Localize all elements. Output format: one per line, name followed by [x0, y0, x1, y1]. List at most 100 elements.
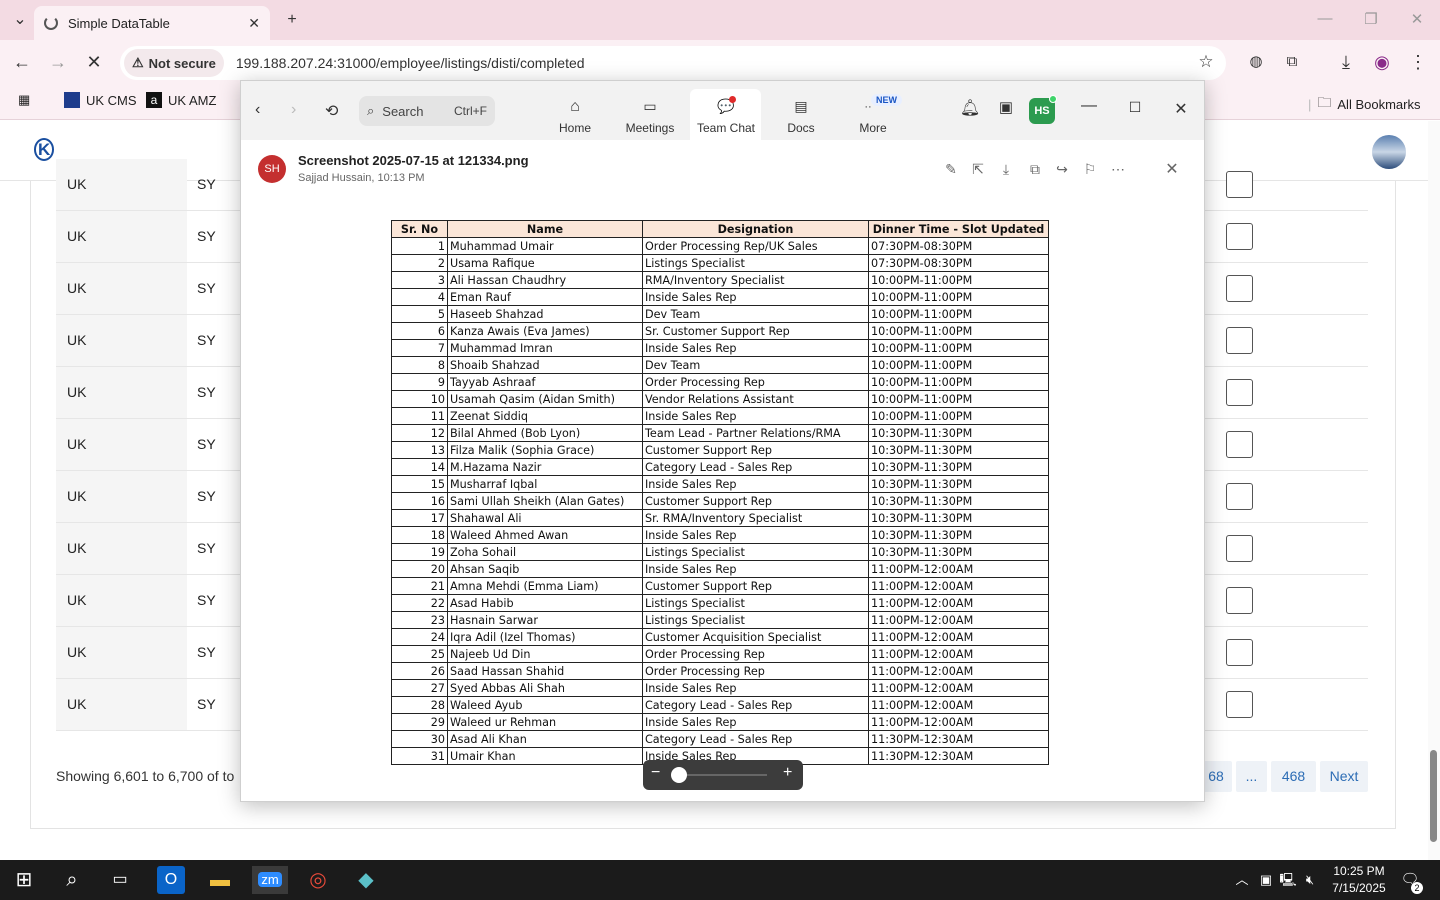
all-bookmarks[interactable]: | 🗀 All Bookmarks	[1308, 92, 1420, 116]
profile-icon[interactable]: ◉	[1370, 50, 1394, 74]
new-tab-icon[interactable]: +	[280, 8, 304, 32]
file-explorer-icon[interactable]: ▬	[204, 866, 236, 894]
url-text[interactable]: 199.188.207.24:31000/employee/listings/d…	[236, 55, 585, 71]
zoom-close-icon[interactable]: ✕	[1171, 99, 1191, 119]
chrome-icon[interactable]: ◎	[302, 866, 334, 894]
security-chip[interactable]: ⚠ Not secure	[124, 49, 224, 77]
stop-loading-icon[interactable]: ✕	[82, 50, 106, 74]
forward-icon[interactable]: →	[46, 50, 70, 74]
scrollbar-thumb[interactable]	[1430, 750, 1437, 842]
site-logo[interactable]: K	[34, 138, 58, 162]
minimize-icon[interactable]: —	[1310, 10, 1340, 27]
notifications-bell-icon[interactable]: 🔔︎	[959, 98, 981, 118]
app-icon[interactable]: ◆	[350, 866, 382, 894]
apps-grid-icon[interactable]: ▦	[18, 92, 30, 108]
bookmark-star-icon[interactable]: ☆	[1194, 50, 1218, 74]
nav-more[interactable]: More	[853, 121, 893, 135]
next-page-button[interactable]: Next	[1320, 761, 1368, 792]
row-checkbox[interactable]	[1226, 587, 1253, 614]
row-checkbox[interactable]	[1226, 691, 1253, 718]
cell-region: UK	[56, 523, 187, 574]
task-view-icon[interactable]: ▭	[104, 866, 136, 894]
column-header: Sr. No	[391, 220, 448, 238]
zoom-out-icon[interactable]: −	[651, 764, 660, 782]
open-external-icon[interactable]: ⇱	[969, 161, 987, 178]
zoom-forward-icon[interactable]: ›	[291, 101, 296, 119]
browser-tab[interactable]: Simple DataTable ✕	[34, 6, 270, 40]
clock-time: 10:25 PM	[1333, 864, 1385, 878]
zoom-search-box[interactable]: ⌕ Search Ctrl+F	[359, 96, 495, 126]
cell-region: UK	[56, 627, 187, 678]
nav-team-chat[interactable]: Team Chat	[693, 121, 759, 135]
bookmark-label: UK CMS	[86, 92, 137, 108]
nav-meetings[interactable]: Meetings	[619, 121, 681, 135]
nav-home[interactable]: Home	[550, 121, 600, 135]
zoom-app-icon[interactable]: zm	[252, 866, 288, 894]
nav-docs[interactable]: Docs	[779, 121, 823, 135]
table-row: 10 Usamah Qasim (Aidan Smith) Vendor Relat…	[391, 390, 1049, 408]
cell-name: Ahsan Saqib	[447, 560, 643, 578]
address-bar[interactable]: ⚠ Not secure 199.188.207.24:31000/employ…	[120, 46, 1226, 80]
edit-icon[interactable]: ✎	[942, 161, 960, 178]
row-checkbox[interactable]	[1226, 379, 1253, 406]
bookmark-icon[interactable]: ⚐	[1081, 161, 1099, 178]
cell-designation: Inside Sales Rep	[642, 339, 869, 357]
history-icon[interactable]: ⟲	[325, 101, 338, 121]
cell-name: Filza Malik (Sophia Grace)	[447, 441, 643, 459]
zoom-in-icon[interactable]: +	[783, 764, 792, 782]
cell-designation: Customer Support Rep	[642, 492, 869, 510]
row-checkbox[interactable]	[1226, 483, 1253, 510]
search-icon[interactable]: ⌕	[56, 866, 88, 894]
share-icon[interactable]: ↪	[1053, 161, 1071, 178]
slider-handle[interactable]	[671, 767, 687, 783]
zoom-back-icon[interactable]: ‹	[255, 101, 260, 119]
volume-muted-icon[interactable]: 🔇︎	[1294, 866, 1326, 894]
taskbar-clock[interactable]: 10:25 PM 7/15/2025	[1331, 863, 1387, 897]
cell-dinner-time: 10:00PM-11:00PM	[868, 373, 1049, 391]
more-options-icon[interactable]: ⋯	[1109, 161, 1127, 178]
cell-name: M.Hazama Nazir	[447, 458, 643, 476]
row-checkbox[interactable]	[1226, 639, 1253, 666]
row-checkbox[interactable]	[1226, 275, 1253, 302]
restore-icon[interactable]: ❐	[1356, 10, 1386, 28]
cell-name: Kanza Awais (Eva James)	[447, 322, 643, 340]
cell-sr-no: 31	[391, 747, 448, 765]
tab-close-icon[interactable]: ✕	[248, 15, 260, 32]
close-window-icon[interactable]: ✕	[1402, 10, 1432, 28]
zoom-slider-control[interactable]: − +	[643, 760, 803, 790]
windows-start-icon[interactable]: ⊞	[8, 866, 40, 894]
zoom-maximize-icon[interactable]: ☐	[1125, 99, 1145, 116]
row-checkbox[interactable]	[1226, 535, 1253, 562]
bookmark-uk-cms[interactable]: UK CMS	[64, 92, 137, 108]
download-file-icon[interactable]: ⤓	[997, 161, 1015, 178]
row-checkbox[interactable]	[1226, 223, 1253, 250]
close-viewer-icon[interactable]: ✕	[1163, 159, 1181, 179]
outlook-icon[interactable]: O	[157, 866, 185, 894]
copy-icon[interactable]: ⧉	[1026, 161, 1044, 178]
cell-name: Umair Khan	[447, 747, 643, 765]
table-row: 9 Tayyab Ashraaf Order Processing Rep 10:00…	[391, 373, 1049, 391]
extensions-icon[interactable]: ⧉	[1280, 50, 1304, 74]
table-row: 1 Muhammad Umair Order Processing Rep/UK S…	[391, 237, 1049, 255]
cell-designation: Order Processing Rep	[642, 373, 869, 391]
cell-sr-no: 25	[391, 645, 448, 663]
back-icon[interactable]: ←	[10, 50, 34, 74]
table-info: Showing 6,601 to 6,700 of to	[56, 768, 235, 784]
row-checkbox[interactable]	[1226, 171, 1253, 198]
warning-icon: ⚠	[132, 55, 144, 70]
bookmark-uk-amz[interactable]: a UK AMZ	[146, 92, 216, 108]
zoom-minimize-icon[interactable]: —	[1079, 97, 1099, 115]
table-body: 1 Muhammad Umair Order Processing Rep/UK S…	[391, 237, 1049, 765]
user-avatar[interactable]	[1372, 135, 1406, 169]
page-button-last[interactable]: 468	[1271, 761, 1316, 792]
cell-name: Haseeb Shahzad	[447, 305, 643, 323]
row-checkbox[interactable]	[1226, 431, 1253, 458]
row-checkbox[interactable]	[1226, 327, 1253, 354]
whiteboard-icon[interactable]: ▣	[995, 98, 1017, 116]
download-icon[interactable]: ⤓	[1334, 50, 1358, 74]
table-row: 25 Najeeb Ud Din Order Processing Rep 11:00…	[391, 645, 1049, 663]
cell-dinner-time: 10:30PM-11:30PM	[868, 424, 1049, 442]
translate-icon[interactable]: ◍	[1244, 50, 1268, 74]
chrome-menu-icon[interactable]: ⋮	[1406, 50, 1430, 74]
tab-search-chevron-icon[interactable]: ⌄	[8, 8, 32, 32]
